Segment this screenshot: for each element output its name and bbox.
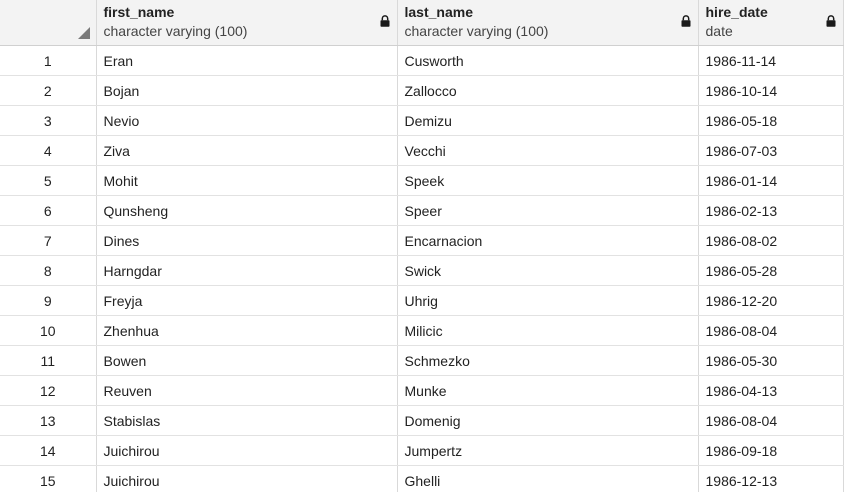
table-row[interactable]: 14 Juichirou Jumpertz 1986-09-18 xyxy=(0,435,844,466)
row-number-cell[interactable]: 7 xyxy=(0,225,97,256)
row-number-cell[interactable]: 13 xyxy=(0,405,97,436)
header-row: first_name character varying (100) last_… xyxy=(0,0,844,46)
last-name-cell[interactable]: Speer xyxy=(397,195,699,226)
first-name-cell[interactable]: Mohit xyxy=(96,165,398,196)
last-name-cell[interactable]: Speek xyxy=(397,165,699,196)
hire-date-cell[interactable]: 1986-07-03 xyxy=(698,135,844,166)
first-name-cell[interactable]: Juichirou xyxy=(96,435,398,466)
table-row[interactable]: 9 Freyja Uhrig 1986-12-20 xyxy=(0,285,844,316)
last-name-cell[interactable]: Schmezko xyxy=(397,345,699,376)
table-row[interactable]: 3 Nevio Demizu 1986-05-18 xyxy=(0,105,844,136)
hire-date-cell[interactable]: 1986-12-20 xyxy=(698,285,844,316)
table-row[interactable]: 6 Qunsheng Speer 1986-02-13 xyxy=(0,195,844,226)
column-type: character varying (100) xyxy=(103,23,248,39)
hire-date-cell[interactable]: 1986-08-02 xyxy=(698,225,844,256)
table-row[interactable]: 5 Mohit Speek 1986-01-14 xyxy=(0,165,844,196)
select-all-corner[interactable] xyxy=(0,0,97,46)
column-name: first_name xyxy=(103,4,175,20)
first-name-cell[interactable]: Qunsheng xyxy=(96,195,398,226)
hire-date-cell[interactable]: 1986-05-18 xyxy=(698,105,844,136)
lock-icon xyxy=(380,15,389,27)
lock-icon xyxy=(681,15,690,27)
column-header-hire-date[interactable]: hire_date date xyxy=(698,0,844,46)
hire-date-cell[interactable]: 1986-01-14 xyxy=(698,165,844,196)
table-body: 1 Eran Cusworth 1986-11-14 2 Bojan Zallocco 198… xyxy=(0,45,844,492)
last-name-cell[interactable]: Swick xyxy=(397,255,699,286)
hire-date-cell[interactable]: 1986-04-13 xyxy=(698,375,844,406)
first-name-cell[interactable]: Juichirou xyxy=(96,465,398,492)
first-name-cell[interactable]: Nevio xyxy=(96,105,398,136)
result-table: first_name character varying (100) last_… xyxy=(0,0,844,492)
last-name-cell[interactable]: Munke xyxy=(397,375,699,406)
row-number-cell[interactable]: 8 xyxy=(0,255,97,286)
row-number-cell[interactable]: 3 xyxy=(0,105,97,136)
table-row[interactable]: 8 Harngdar Swick 1986-05-28 xyxy=(0,255,844,286)
first-name-cell[interactable]: Bojan xyxy=(96,75,398,106)
hire-date-cell[interactable]: 1986-05-30 xyxy=(698,345,844,376)
table-row[interactable]: 7 Dines Encarnacion 1986-08-02 xyxy=(0,225,844,256)
column-name: last_name xyxy=(404,4,473,20)
row-number-cell[interactable]: 12 xyxy=(0,375,97,406)
table-row[interactable]: 12 Reuven Munke 1986-04-13 xyxy=(0,375,844,406)
column-name: hire_date xyxy=(705,4,768,20)
hire-date-cell[interactable]: 1986-12-13 xyxy=(698,465,844,492)
first-name-cell[interactable]: Harngdar xyxy=(96,255,398,286)
table-row[interactable]: 10 Zhenhua Milicic 1986-08-04 xyxy=(0,315,844,346)
last-name-cell[interactable]: Ghelli xyxy=(397,465,699,492)
table-row[interactable]: 4 Ziva Vecchi 1986-07-03 xyxy=(0,135,844,166)
row-number-cell[interactable]: 10 xyxy=(0,315,97,346)
last-name-cell[interactable]: Milicic xyxy=(397,315,699,346)
corner-triangle-icon xyxy=(77,27,90,39)
last-name-cell[interactable]: Jumpertz xyxy=(397,435,699,466)
first-name-cell[interactable]: Stabislas xyxy=(96,405,398,436)
first-name-cell[interactable]: Bowen xyxy=(96,345,398,376)
row-number-cell[interactable]: 9 xyxy=(0,285,97,316)
table-row[interactable]: 1 Eran Cusworth 1986-11-14 xyxy=(0,45,844,76)
last-name-cell[interactable]: Uhrig xyxy=(397,285,699,316)
last-name-cell[interactable]: Domenig xyxy=(397,405,699,436)
last-name-cell[interactable]: Demizu xyxy=(397,105,699,136)
row-number-cell[interactable]: 5 xyxy=(0,165,97,196)
table-row[interactable]: 15 Juichirou Ghelli 1986-12-13 xyxy=(0,465,844,492)
hire-date-cell[interactable]: 1986-11-14 xyxy=(698,45,844,76)
table-row[interactable]: 11 Bowen Schmezko 1986-05-30 xyxy=(0,345,844,376)
hire-date-cell[interactable]: 1986-05-28 xyxy=(698,255,844,286)
row-number-cell[interactable]: 11 xyxy=(0,345,97,376)
column-header-last-name[interactable]: last_name character varying (100) xyxy=(397,0,699,46)
hire-date-cell[interactable]: 1986-08-04 xyxy=(698,315,844,346)
row-number-cell[interactable]: 6 xyxy=(0,195,97,226)
first-name-cell[interactable]: Zhenhua xyxy=(96,315,398,346)
column-type: character varying (100) xyxy=(404,23,549,39)
table-row[interactable]: 2 Bojan Zallocco 1986-10-14 xyxy=(0,75,844,106)
last-name-cell[interactable]: Cusworth xyxy=(397,45,699,76)
last-name-cell[interactable]: Vecchi xyxy=(397,135,699,166)
first-name-cell[interactable]: Reuven xyxy=(96,375,398,406)
row-number-cell[interactable]: 2 xyxy=(0,75,97,106)
hire-date-cell[interactable]: 1986-09-18 xyxy=(698,435,844,466)
hire-date-cell[interactable]: 1986-10-14 xyxy=(698,75,844,106)
last-name-cell[interactable]: Encarnacion xyxy=(397,225,699,256)
table-row[interactable]: 13 Stabislas Domenig 1986-08-04 xyxy=(0,405,844,436)
first-name-cell[interactable]: Freyja xyxy=(96,285,398,316)
row-number-cell[interactable]: 14 xyxy=(0,435,97,466)
row-number-cell[interactable]: 15 xyxy=(0,465,97,492)
lock-icon xyxy=(826,15,835,27)
column-type: date xyxy=(705,23,733,39)
first-name-cell[interactable]: Dines xyxy=(96,225,398,256)
query-result-grid: first_name character varying (100) last_… xyxy=(0,0,846,492)
hire-date-cell[interactable]: 1986-08-04 xyxy=(698,405,844,436)
row-number-cell[interactable]: 4 xyxy=(0,135,97,166)
first-name-cell[interactable]: Eran xyxy=(96,45,398,76)
hire-date-cell[interactable]: 1986-02-13 xyxy=(698,195,844,226)
column-header-first-name[interactable]: first_name character varying (100) xyxy=(96,0,398,46)
first-name-cell[interactable]: Ziva xyxy=(96,135,398,166)
row-number-cell[interactable]: 1 xyxy=(0,45,97,76)
last-name-cell[interactable]: Zallocco xyxy=(397,75,699,106)
